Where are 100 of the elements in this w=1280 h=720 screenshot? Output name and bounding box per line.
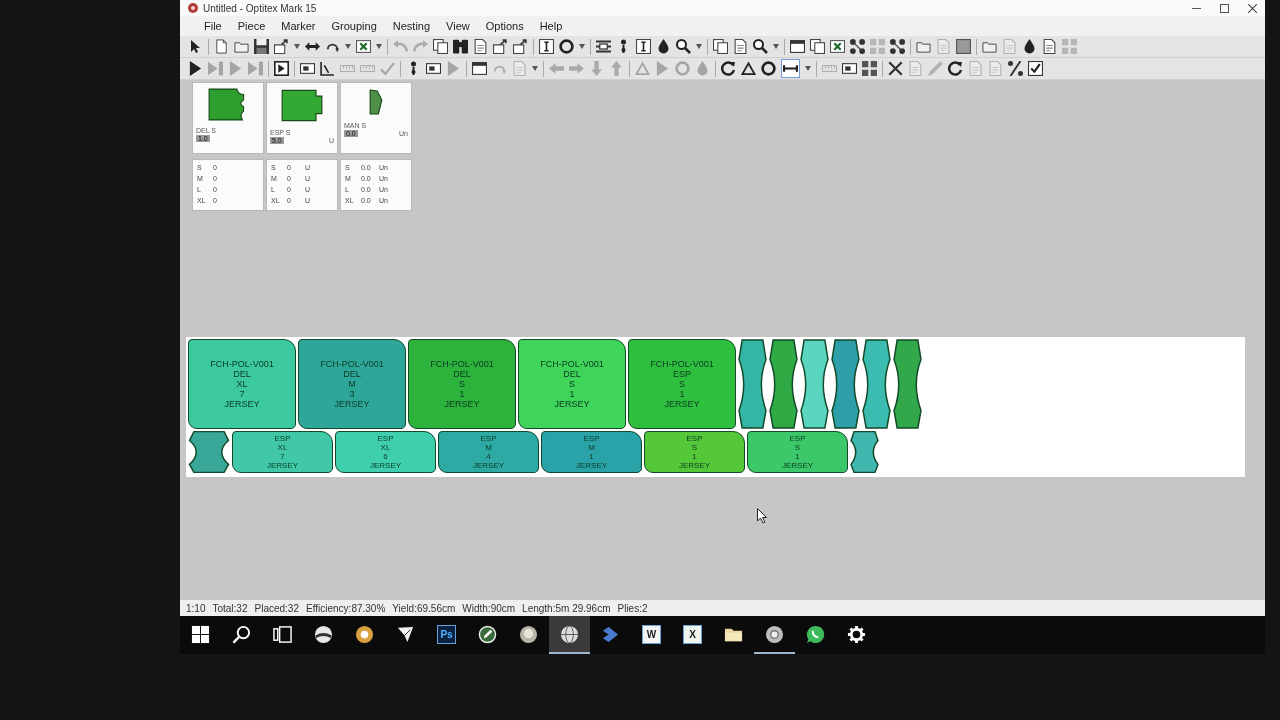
- pattern-piece[interactable]: FCH-POL-V001 DEL S 1 JERSEY: [408, 339, 516, 429]
- menu-item[interactable]: View: [438, 19, 478, 33]
- taskbar-button[interactable]: Ps: [426, 616, 467, 654]
- grid-icon[interactable]: [862, 61, 877, 76]
- taskbar-button[interactable]: X: [672, 616, 713, 654]
- small-pattern-piece[interactable]: [188, 431, 230, 473]
- export-icon[interactable]: [274, 39, 289, 54]
- ring-icon[interactable]: [761, 61, 776, 76]
- caret-icon[interactable]: [696, 44, 702, 49]
- box-icon[interactable]: [300, 61, 315, 76]
- save-icon[interactable]: [254, 39, 269, 54]
- small-pattern-piece[interactable]: [769, 339, 798, 429]
- menu-item[interactable]: Piece: [229, 19, 274, 33]
- menu-item[interactable]: Marker: [273, 19, 324, 33]
- folder-icon[interactable]: [916, 39, 931, 54]
- piece-label: ESP XL 7 JERSEY: [266, 434, 299, 470]
- search-icon[interactable]: [753, 39, 768, 54]
- align-icon[interactable]: [596, 39, 611, 54]
- menu-item[interactable]: Nesting: [384, 19, 439, 33]
- caret-icon[interactable]: [773, 44, 779, 49]
- new-page-icon[interactable]: [214, 39, 229, 54]
- piece-label: ESP S 1 JERSEY: [678, 434, 711, 470]
- piece-label: FCH-POL-V001 DEL M 3 JERSEY: [320, 359, 384, 409]
- copy-icon[interactable]: [433, 39, 448, 54]
- status-text: Length:5m 29.96cm: [522, 602, 611, 614]
- globe-icon: [560, 624, 579, 644]
- text-cursor-icon[interactable]: [636, 39, 651, 54]
- triangle-icon[interactable]: [741, 61, 756, 76]
- caret-icon[interactable]: [376, 44, 382, 49]
- taskbar-button[interactable]: [549, 616, 590, 654]
- cross-box-icon[interactable]: [356, 39, 371, 54]
- cross-box-icon[interactable]: [830, 39, 845, 54]
- window-icon[interactable]: [790, 39, 805, 54]
- pattern-piece[interactable]: ESP M 4 JERSEY: [438, 431, 539, 473]
- folder-icon[interactable]: [982, 39, 997, 54]
- menu-item[interactable]: Grouping: [323, 19, 385, 33]
- caret-icon[interactable]: [532, 66, 538, 71]
- settings-icon: [847, 624, 866, 644]
- app-letter-tile: W: [642, 624, 661, 644]
- nodes-icon[interactable]: [890, 39, 905, 54]
- pattern-piece[interactable]: FCH-POL-V001 ESP S 1 JERSEY: [628, 339, 736, 429]
- pattern-piece[interactable]: ESP S 1 JERSEY: [747, 431, 848, 473]
- pattern-piece[interactable]: ESP M 1 JERSEY: [541, 431, 642, 473]
- taskbar-button[interactable]: W: [631, 616, 672, 654]
- ring-icon[interactable]: [559, 39, 574, 54]
- small-pattern-piece[interactable]: [831, 339, 860, 429]
- cross-icon[interactable]: [888, 61, 903, 76]
- checkbox-icon[interactable]: [1028, 61, 1043, 76]
- pattern-piece[interactable]: FCH-POL-V001 DEL S 1 JERSEY: [518, 339, 626, 429]
- folder-icon[interactable]: [234, 39, 249, 54]
- export-icon[interactable]: [513, 39, 528, 54]
- refresh-icon[interactable]: [948, 61, 963, 76]
- menu-item[interactable]: Help: [531, 19, 571, 33]
- frame-icon[interactable]: [274, 61, 289, 76]
- pattern-piece[interactable]: ESP XL 7 JERSEY: [232, 431, 333, 473]
- nodes-icon[interactable]: [850, 39, 865, 54]
- close-icon[interactable]: [1248, 3, 1257, 13]
- mouse-cursor-icon: [757, 508, 767, 524]
- status-text: Width:90cm: [462, 602, 516, 614]
- copy-icon[interactable]: [713, 39, 728, 54]
- page-icon[interactable]: [473, 39, 488, 54]
- menu-item[interactable]: File: [196, 19, 230, 33]
- play-icon[interactable]: [188, 61, 203, 76]
- window-icon[interactable]: [472, 61, 487, 76]
- percent-icon[interactable]: [1008, 61, 1023, 76]
- pattern-piece[interactable]: FCH-POL-V001 DEL M 3 JERSEY: [298, 339, 406, 429]
- small-pattern-piece[interactable]: [850, 431, 879, 473]
- caret-icon[interactable]: [805, 66, 811, 71]
- drop-icon[interactable]: [1022, 39, 1037, 54]
- pattern-piece[interactable]: FCH-POL-V001 DEL XL 7 JERSEY: [188, 339, 296, 429]
- caret-icon[interactable]: [345, 44, 351, 49]
- box-icon[interactable]: [842, 61, 857, 76]
- small-pattern-piece[interactable]: [893, 339, 922, 429]
- window-title: Untitled - Optitex Mark 15: [203, 2, 317, 14]
- page-icon[interactable]: [1042, 39, 1057, 54]
- refresh-icon[interactable]: [721, 61, 736, 76]
- pattern-piece[interactable]: ESP S 1 JERSEY: [644, 431, 745, 473]
- caret-icon[interactable]: [579, 44, 585, 49]
- page-icon[interactable]: [733, 39, 748, 54]
- copy-icon[interactable]: [810, 39, 825, 54]
- text-cursor-icon[interactable]: [539, 39, 554, 54]
- small-pattern-piece[interactable]: [862, 339, 891, 429]
- box-icon[interactable]: [426, 61, 441, 76]
- maximize-icon[interactable]: [1220, 3, 1229, 13]
- drop-icon[interactable]: [656, 39, 671, 54]
- piece-label: ESP M 1 JERSEY: [575, 434, 608, 470]
- export-icon[interactable]: [493, 39, 508, 54]
- status-text: Total:32: [212, 602, 248, 614]
- menu-item[interactable]: Options: [477, 19, 532, 33]
- pattern-piece[interactable]: ESP XL 6 JERSEY: [335, 431, 436, 473]
- square-icon[interactable]: [956, 39, 971, 54]
- line-tool-icon[interactable]: [781, 59, 800, 78]
- search-icon[interactable]: [676, 39, 691, 54]
- binoculars-icon[interactable]: [453, 39, 468, 54]
- caret-icon[interactable]: [294, 44, 300, 49]
- status-text: Efficiency:87.30%: [306, 602, 386, 614]
- small-pattern-piece[interactable]: [738, 339, 767, 429]
- piece-label: FCH-POL-V001 DEL XL 7 JERSEY: [210, 359, 274, 409]
- angle-icon[interactable]: [320, 61, 335, 76]
- small-pattern-piece[interactable]: [800, 339, 829, 429]
